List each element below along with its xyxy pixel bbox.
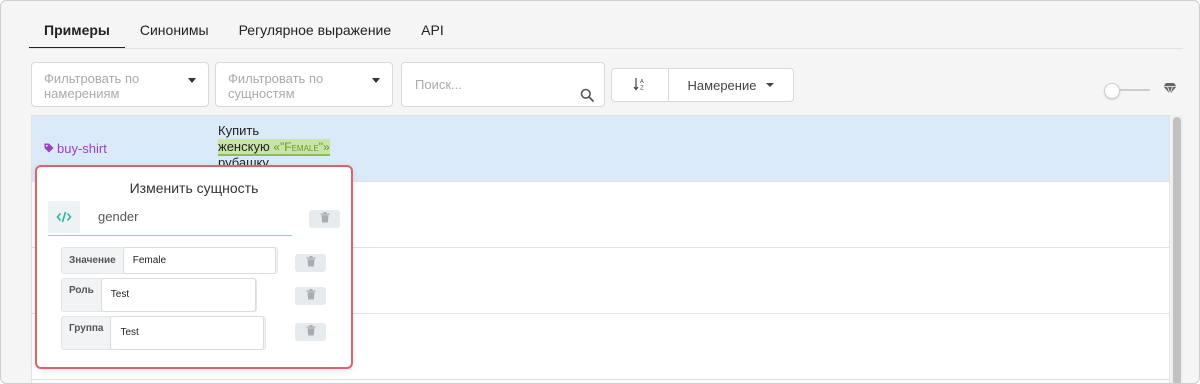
value-box [122,247,276,274]
group-input[interactable] [120,327,241,338]
scrollbar[interactable] [1171,115,1183,383]
search-box [401,62,605,107]
delete-entity-button[interactable] [309,210,340,228]
chevron-down-icon [766,83,775,87]
trash-icon [306,287,316,305]
tab-synonyms[interactable]: Синонимы [125,11,224,49]
role-label: Роль [69,285,94,296]
delete-group-button[interactable] [295,323,326,341]
search-input[interactable] [415,77,565,92]
mode-toggle[interactable] [1104,83,1150,99]
intent-tag[interactable]: buy-shirt [44,141,107,156]
svg-text:A: A [640,79,644,85]
role-input[interactable] [110,289,231,300]
sort-az-icon: AZ [633,77,647,93]
edit-entity-popup: Изменить сущность Значение Роль [35,165,353,369]
delete-value-button[interactable] [295,254,326,272]
svg-text:Z: Z [640,86,644,92]
intent-filter-placeholder: Фильтровать по намерениям [44,71,140,101]
group-box [110,316,265,350]
entity-filter-placeholder: Фильтровать по сущностям [228,71,324,101]
trash-icon [320,210,330,228]
value-label: Значение [69,255,116,266]
role-box [100,278,256,312]
diamond-icon [1163,82,1177,100]
intent-name: buy-shirt [57,141,107,156]
group-field: Группа [61,316,266,350]
entity-name-field [48,201,292,236]
entity-filter-dropdown[interactable]: Фильтровать по сущностям [215,62,393,107]
tag-icon [44,141,57,156]
toggle-knob [1104,83,1120,99]
tab-api[interactable]: API [406,11,459,49]
value-input[interactable] [132,255,253,266]
tabs-divider [29,48,1183,49]
value-field: Значение [61,247,278,274]
utterance-text-before: Купить [218,123,260,138]
sort-by-label: Намерение [687,77,757,93]
sort-by-dropdown[interactable]: Намерение [669,69,793,101]
intent-filter-dropdown[interactable]: Фильтровать по намерениям [31,62,209,107]
trash-icon [306,323,316,341]
chevron-down-icon [372,78,380,83]
examples-panel: Примеры Синонимы Регулярное выражение AP… [0,0,1200,384]
sort-order-button[interactable]: AZ [612,69,669,101]
code-icon [48,201,80,233]
entity-highlight[interactable]: женскую «"Female"» [218,139,330,156]
entity-name-input[interactable] [98,209,278,224]
trash-icon [306,254,316,272]
entity-text: женскую [218,139,270,154]
delete-role-button[interactable] [295,287,326,305]
chevron-down-icon [188,78,196,83]
role-field: Роль [61,278,257,312]
scrollbar-thumb[interactable] [1173,117,1181,383]
sort-control: AZ Намерение [611,68,794,102]
popup-title: Изменить сущность [129,180,259,196]
entity-label: «"Female"» [273,140,330,154]
group-label: Группа [69,323,104,334]
tab-examples[interactable]: Примеры [29,11,125,49]
search-icon[interactable] [580,76,594,119]
tab-bar: Примеры Синонимы Регулярное выражение AP… [29,11,459,49]
tab-regex[interactable]: Регулярное выражение [224,11,407,49]
